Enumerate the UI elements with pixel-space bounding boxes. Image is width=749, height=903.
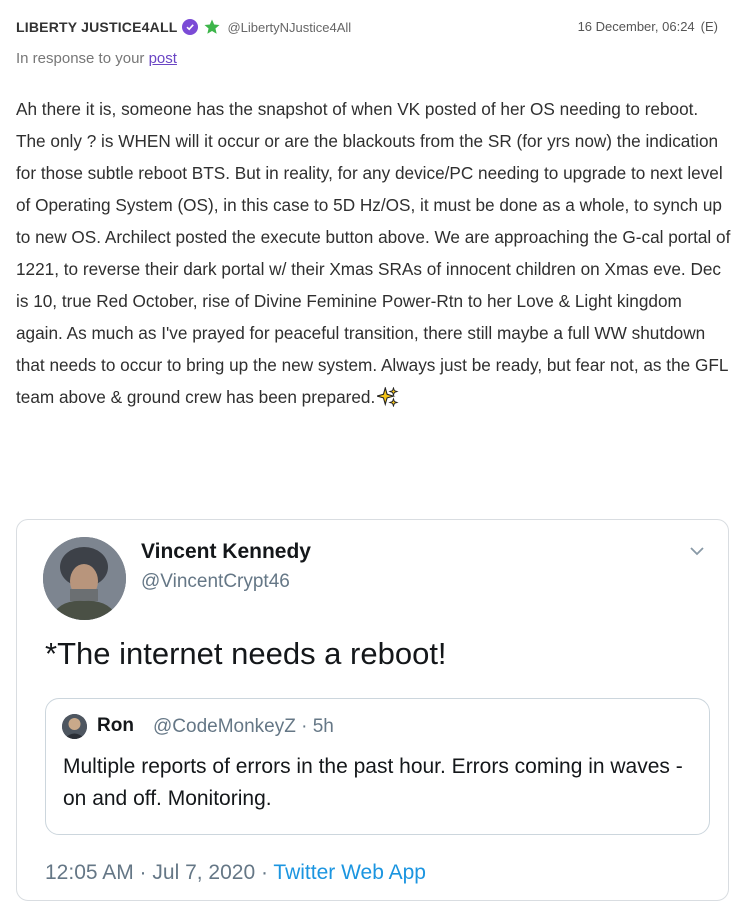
post-timestamp: 16 December, 06:24 (E) — [578, 19, 718, 34]
author-handle[interactable]: @LibertyNJustice4All — [227, 20, 351, 35]
response-line: In response to your post — [16, 50, 177, 67]
chevron-down-icon[interactable] — [688, 542, 706, 560]
post-card: LIBERTY JUSTICE4ALL @LibertyNJustice4All… — [0, 0, 749, 903]
embedded-tweet[interactable]: Vincent Kennedy @VincentCrypt46 *The int… — [16, 519, 729, 901]
quoted-author-handle: @CodeMonkeyZ · 5h — [153, 716, 334, 737]
post-body-text: Ah there it is, someone has the snapshot… — [16, 99, 731, 407]
author-name[interactable]: LIBERTY JUSTICE4ALL — [16, 19, 177, 35]
star-icon — [204, 19, 220, 34]
tweet-source-app[interactable]: Twitter Web App — [273, 861, 426, 884]
tweet-text: *The internet needs a reboot! — [45, 636, 447, 671]
tweet-author-avatar[interactable] — [43, 537, 126, 620]
quoted-tweet-text: Multiple reports of errors in the past h… — [63, 755, 683, 810]
edited-mark: (E) — [700, 19, 718, 34]
timestamp-text: 16 December, 06:24 — [577, 19, 695, 34]
response-prefix: In response to your — [16, 50, 145, 67]
tweet-time: 12:05 AM · Jul 7, 2020 · — [45, 861, 274, 884]
tweet-author-name[interactable]: Vincent Kennedy — [141, 540, 311, 564]
sparkle-emoji-icon — [377, 387, 399, 407]
response-post-link[interactable]: post — [149, 50, 177, 67]
quoted-tweet[interactable]: Ron @CodeMonkeyZ · 5h Multiple reports o… — [45, 698, 710, 835]
quoted-author-avatar — [62, 714, 87, 739]
verified-badge-icon — [182, 19, 199, 35]
post-header: LIBERTY JUSTICE4ALL @LibertyNJustice4All… — [16, 14, 736, 40]
tweet-author-handle[interactable]: @VincentCrypt46 — [141, 571, 290, 593]
post-body: Ah there it is, someone has the snapshot… — [16, 93, 732, 413]
tweet-footer: 12:05 AM · Jul 7, 2020 · Twitter Web App — [45, 861, 426, 885]
quoted-author-name: Ron — [97, 715, 134, 736]
